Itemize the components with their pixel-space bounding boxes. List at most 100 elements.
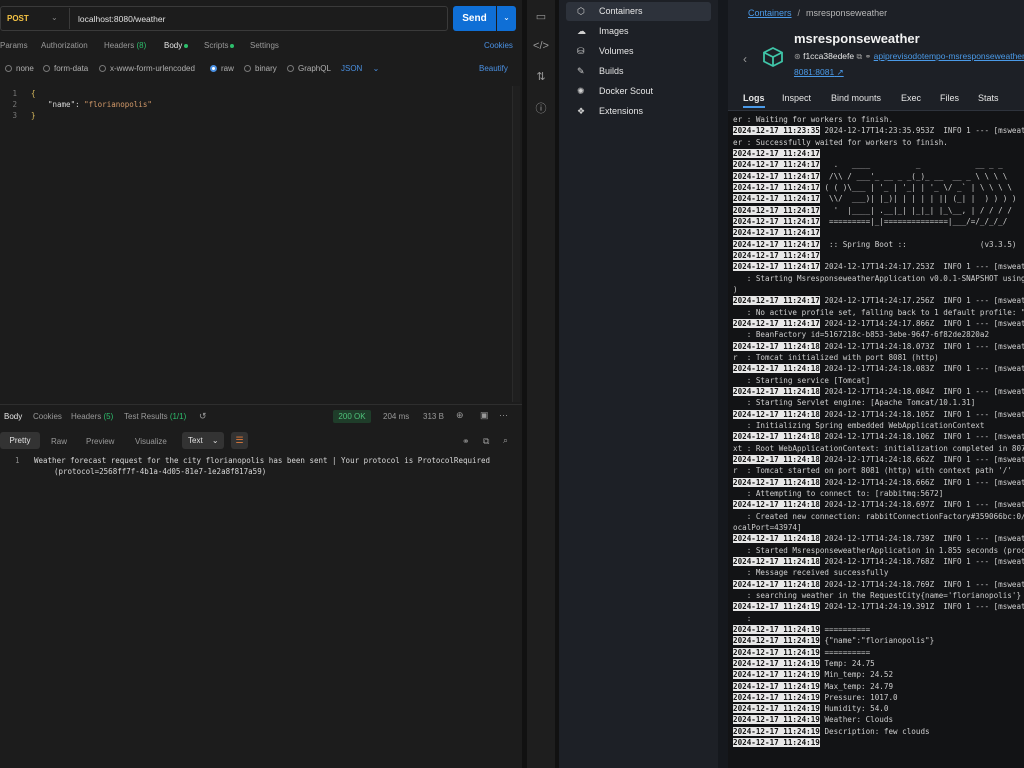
log-line: 2024-12-17 11:24:19 ========== (733, 647, 870, 657)
log-message: Weather: Clouds (819, 715, 894, 725)
log-timestamp: 2024-12-17 11:24:18 (733, 579, 820, 589)
test-count: (1/1) (169, 412, 187, 421)
log-line: 2024-12-17 11:24:17 ' |____| .__|_| |_|_… (733, 205, 1012, 215)
history-icon[interactable]: ↺ (199, 411, 207, 422)
log-timestamp: 2024-12-17 11:24:19 (733, 726, 820, 736)
log-line: 2024-12-17 11:24:19 Pressure: 1017.0 (733, 692, 898, 702)
log-timestamp: 2024-12-17 11:24:17 (733, 160, 820, 170)
tab-settings[interactable]: Settings (250, 41, 279, 50)
log-message: 2024-12-17T14:24:18.768Z INFO 1 --- [msw… (819, 556, 1024, 566)
send-dropdown-chevron-icon[interactable]: ⌄ (497, 6, 516, 31)
view-raw[interactable]: Raw (51, 437, 67, 446)
globe-icon[interactable]: ⊕ (456, 410, 464, 421)
editor-scrollbar[interactable] (512, 86, 520, 402)
log-line: 2024-12-17 11:24:17 =========|_|========… (733, 216, 1007, 226)
radio-label: none (16, 64, 34, 73)
log-line: : Starting MsresponseweatherApplication … (733, 274, 1024, 283)
log-line: 2024-12-17 11:24:18 2024-12-17T14:24:18.… (733, 534, 1024, 544)
copy-icon[interactable]: ⧉ (857, 52, 863, 61)
sidebar-item-containers[interactable]: ⬡ Containers (566, 2, 711, 21)
log-output[interactable]: er : Waiting for workers to finish. 2024-… (728, 111, 1024, 768)
response-format-select[interactable]: Text ⌄ (182, 432, 224, 449)
view-visualize[interactable]: Visualize (135, 437, 167, 446)
beautify-link[interactable]: Beautify (479, 64, 508, 73)
log-message: : Attempting to connect to: [rabbitmq:56… (733, 488, 944, 498)
container-id: f1cca38edefe (803, 51, 855, 61)
log-message: : Starting Servlet engine: [Apache Tomca… (733, 398, 976, 408)
cookies-link[interactable]: Cookies (484, 41, 513, 50)
log-line: r : Tomcat initialized with port 8081 (h… (733, 353, 939, 362)
url-input[interactable]: localhost:8080/weather (78, 14, 165, 24)
log-line: : BeanFactory id=5167218c-b853-3ebe-9647… (733, 330, 989, 339)
log-message: er : Waiting for workers to finish. (733, 115, 894, 124)
wrap-lines-icon[interactable]: ☰ (231, 432, 248, 449)
save-response-icon[interactable]: ▣ (480, 410, 489, 421)
log-line: xt : Root WebApplicationContext: initial… (733, 444, 1024, 453)
tab-response-cookies[interactable]: Cookies (33, 412, 62, 421)
view-pretty[interactable]: Pretty (0, 432, 40, 449)
request-body-editor[interactable]: 1 2 3 { "name": "florianopolis" } (0, 86, 520, 404)
tab-logs[interactable]: Logs (743, 93, 765, 108)
tab-response-headers[interactable]: Headers (5) (71, 412, 113, 421)
tab-stats[interactable]: Stats (978, 93, 999, 103)
log-timestamp: 2024-12-17 11:24:17 (733, 239, 820, 249)
log-line: 2024-12-17 11:24:18 2024-12-17T14:24:18.… (733, 556, 1024, 566)
log-timestamp: 2024-12-17 11:24:18 (733, 534, 820, 544)
tab-inspect[interactable]: Inspect (782, 93, 811, 103)
tab-headers[interactable]: Headers (8) (104, 41, 146, 50)
code-brace-open: { (31, 89, 36, 98)
radio-form-data[interactable]: form-data (43, 64, 88, 73)
more-icon[interactable]: ··· (499, 410, 508, 420)
tab-response-body[interactable]: Body (4, 412, 22, 421)
comments-icon[interactable]: ▭ (527, 10, 555, 23)
search-icon[interactable]: ⌕ (503, 435, 508, 446)
log-timestamp: 2024-12-17 11:24:17 (733, 194, 820, 204)
tab-body[interactable]: Body (164, 41, 189, 50)
breadcrumb-current: msresponseweather (806, 8, 888, 18)
breadcrumb-containers-link[interactable]: Containers (748, 8, 792, 18)
sidebar-item-volumes[interactable]: ⛁ Volumes (566, 42, 711, 61)
log-line: 2024-12-17 11:24:18 2024-12-17T14:24:18.… (733, 432, 1024, 442)
link-icon[interactable]: ⚭ (462, 436, 470, 447)
body-format-select[interactable]: JSON ⌄ (341, 64, 379, 73)
sidebar-item-builds[interactable]: ✎ Builds (566, 62, 711, 81)
sidebar-item-docker-scout[interactable]: ✺ Docker Scout (566, 82, 711, 101)
log-line: 2024-12-17 11:24:17 (733, 250, 820, 260)
log-line: 2024-12-17 11:24:19 (733, 738, 820, 748)
wrench-icon: ✎ (577, 66, 585, 76)
radio-graphql[interactable]: GraphQL (287, 64, 331, 73)
log-message: 2024-12-17T14:24:19.391Z INFO 1 --- [msw… (819, 602, 1024, 612)
response-time: 204 ms (383, 412, 410, 421)
image-link[interactable]: apiprevisodotempo-msresponseweather (874, 51, 1024, 61)
radio-urlencoded[interactable]: x-www-form-urlencoded (99, 64, 195, 73)
copy-icon[interactable]: ⧉ (483, 436, 489, 447)
log-timestamp: 2024-12-17 11:24:18 (733, 432, 820, 442)
tab-scripts[interactable]: Scripts (204, 41, 235, 50)
sidebar-item-extensions[interactable]: ❖ Extensions (566, 102, 711, 121)
sidebar-item-images[interactable]: ☁ Images (566, 22, 711, 41)
code-icon[interactable]: </> (527, 40, 555, 52)
log-message: 2024-12-17T14:24:18.084Z INFO 1 --- [msw… (819, 386, 1024, 396)
back-chevron-icon[interactable]: ‹ (743, 52, 747, 66)
radio-binary[interactable]: binary (244, 64, 277, 73)
chevron-down-icon: ⌄ (372, 64, 380, 73)
tab-params[interactable]: Params (0, 41, 28, 50)
divider (0, 404, 522, 405)
view-preview[interactable]: Preview (86, 437, 114, 446)
transfer-icon[interactable]: ⇅ (527, 70, 555, 83)
radio-none[interactable]: none (5, 64, 34, 73)
breadcrumb: Containers / msresponseweather (748, 8, 887, 18)
method-select[interactable]: POST (7, 14, 29, 23)
send-button[interactable]: Send (453, 6, 496, 31)
tab-authorization[interactable]: Authorization (41, 41, 88, 50)
tab-bind-mounts[interactable]: Bind mounts (831, 93, 881, 103)
line-number: 2 (12, 100, 17, 109)
tab-files[interactable]: Files (940, 93, 959, 103)
port-link[interactable]: 8081:8081 ↗ (794, 67, 844, 78)
chevron-down-icon[interactable]: ⌄ (51, 13, 58, 22)
tab-exec[interactable]: Exec (901, 93, 921, 103)
tab-test-results[interactable]: Test Results (1/1) (124, 412, 186, 421)
radio-raw[interactable]: raw (210, 64, 234, 73)
info-icon[interactable]: ⓘ (527, 100, 555, 116)
sidebar-item-label: Images (599, 26, 629, 36)
